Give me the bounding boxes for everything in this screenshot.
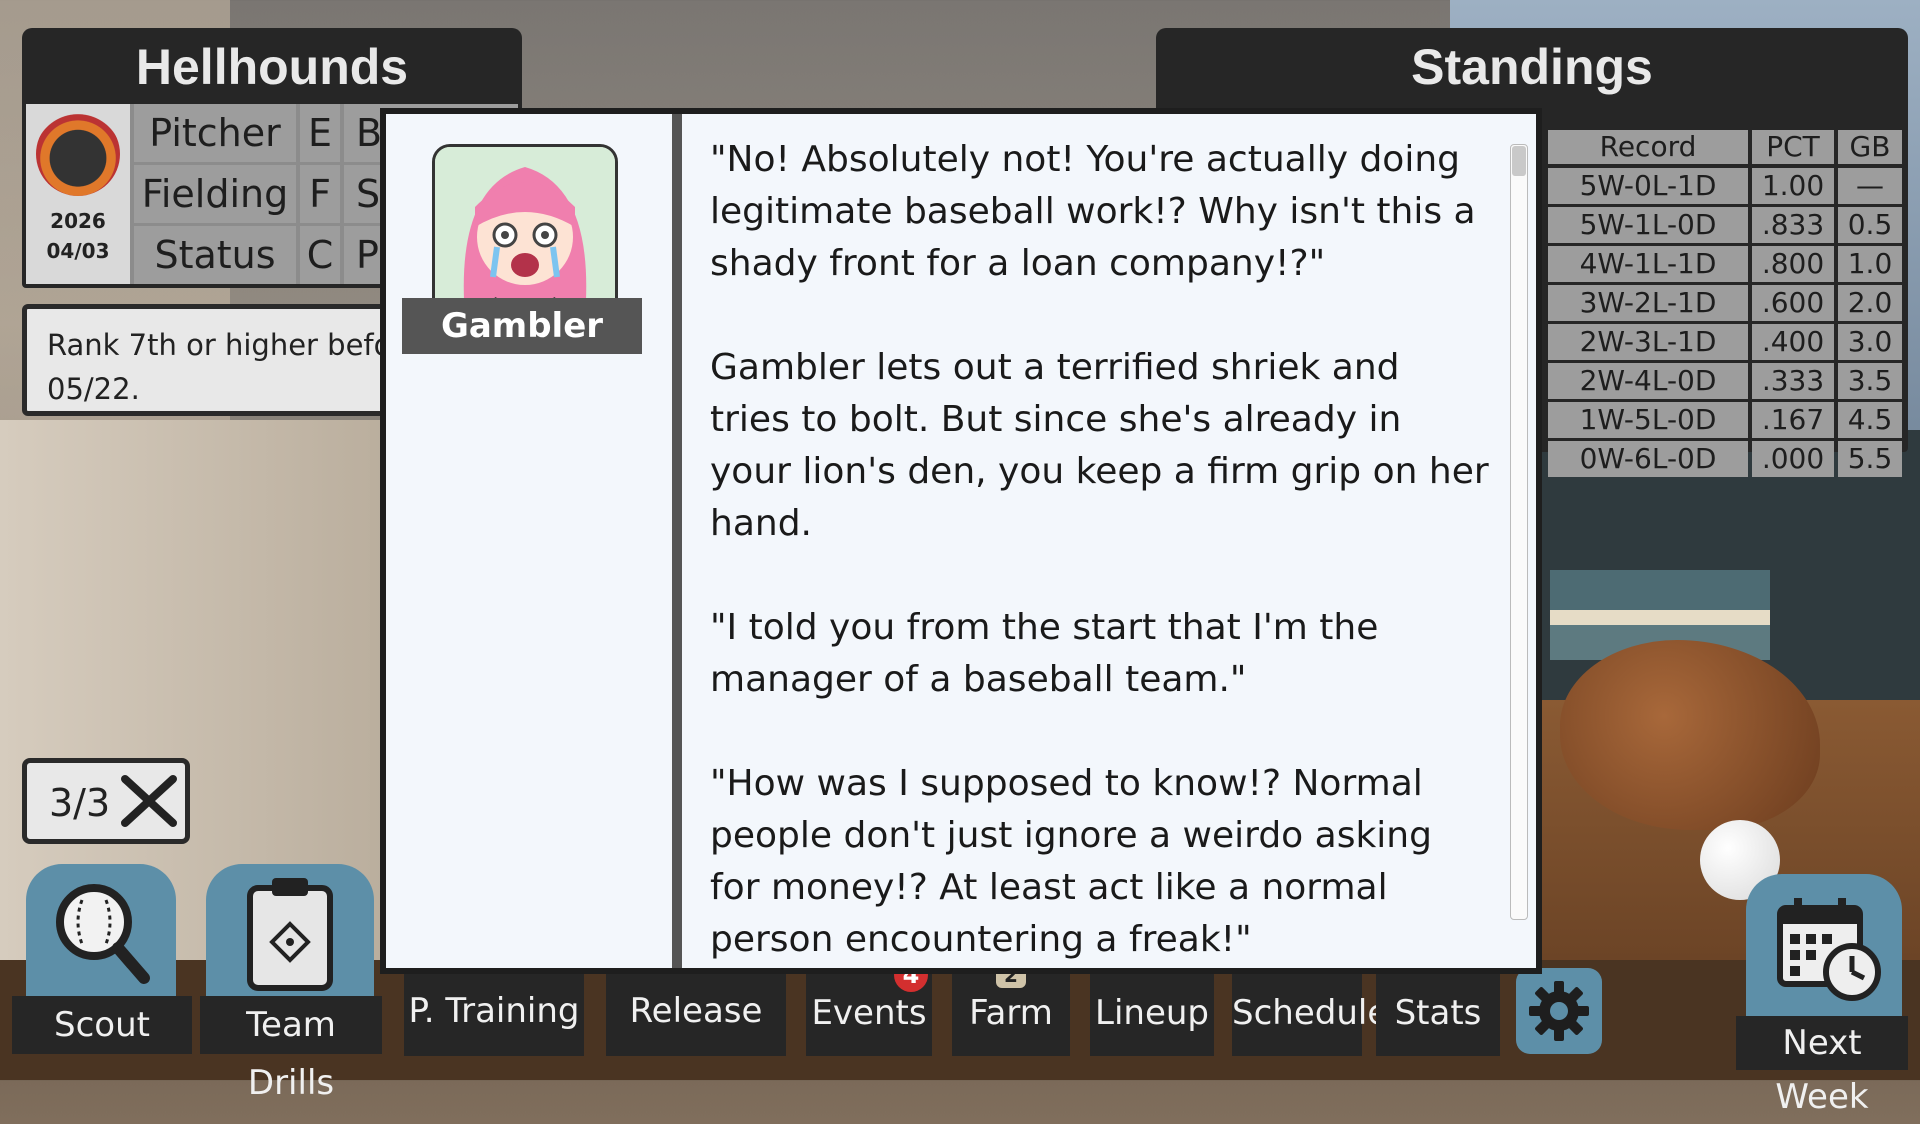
season-goal-text: Rank 7th or higher befo 05/22. [47, 328, 392, 406]
standings-pct: 1.00 [1752, 168, 1834, 204]
standings-record: 5W-0L-1D [1548, 168, 1748, 204]
team-logo-box: 2026 04/03 [26, 104, 130, 284]
standings-title: Standings [1411, 39, 1653, 95]
standings-gb: 2.0 [1838, 285, 1902, 321]
next-week-icon-box [1746, 874, 1902, 1024]
scout-label: Scout [12, 996, 192, 1054]
event-dialog: Gambler "No! Absolutely not! You're actu… [380, 108, 1542, 974]
settings-button[interactable] [1516, 968, 1602, 1054]
standings-record: 2W-3L-1D [1548, 324, 1748, 360]
standings-pct: .833 [1752, 207, 1834, 243]
dialog-paragraph: "I told you from the start that I'm the … [710, 607, 1379, 700]
p-training-button[interactable]: P. Training [404, 966, 584, 1056]
standings-pct: .400 [1752, 324, 1834, 360]
standings-pct: .800 [1752, 246, 1834, 282]
dialog-divider [672, 114, 682, 968]
attribute-grade: F [300, 165, 340, 223]
team-name: Hellhounds [135, 39, 409, 95]
standings-gb: — [1838, 168, 1902, 204]
speaker-name: Gambler [402, 298, 642, 354]
next-week-button[interactable]: Next Week [1736, 874, 1908, 1117]
standings-pct: .600 [1752, 285, 1834, 321]
attribute-label: Fielding [134, 165, 296, 223]
standings-header-record: Record [1548, 130, 1748, 164]
attribute-label: Pitcher [134, 104, 296, 162]
standings-record: 1W-5L-0D [1548, 402, 1748, 438]
team-drills-label: Team Drills [200, 996, 382, 1103]
dialog-paragraph: Gambler lets out a terrified shriek and … [710, 347, 1489, 544]
standings-pct: .000 [1752, 441, 1834, 477]
standings-record: 5W-1L-0D [1548, 207, 1748, 243]
gear-icon [1529, 981, 1589, 1041]
scout-icon-box [26, 864, 176, 1004]
magnifier-baseball-icon [56, 884, 150, 984]
standings-gb: 3.5 [1838, 363, 1902, 399]
hellhound-logo-icon [36, 112, 120, 196]
season-goal-panel: Rank 7th or higher befo 05/22. [22, 304, 422, 416]
standings-pct: .167 [1752, 402, 1834, 438]
dialog-text: "No! Absolutely not! You're actually doi… [710, 134, 1490, 1018]
attribute-label: Status [134, 226, 296, 284]
attribute-grade: E [300, 104, 340, 162]
clipboard-play-icon [247, 878, 333, 991]
standings-header-pct: PCT [1752, 130, 1834, 164]
standings-gb: 5.5 [1838, 441, 1902, 477]
standings-gb: 1.0 [1838, 246, 1902, 282]
standings-record: 0W-6L-0D [1548, 441, 1748, 477]
current-year: 2026 [50, 209, 106, 233]
team-drills-button[interactable]: Team Drills [200, 864, 382, 1103]
standings-record: 4W-1L-1D [1548, 246, 1748, 282]
dialog-scrollbar[interactable] [1510, 144, 1528, 920]
standings-gb: 4.5 [1838, 402, 1902, 438]
standings-record: 2W-4L-0D [1548, 363, 1748, 399]
attribute-grade: C [300, 226, 340, 284]
actions-counter: 3/3 [22, 758, 190, 844]
standings-pct: .333 [1752, 363, 1834, 399]
standings-gb: 0.5 [1838, 207, 1902, 243]
scout-button[interactable]: Scout [12, 864, 192, 1056]
standings-header-gb: GB [1838, 130, 1902, 164]
calendar-clock-icon [1777, 898, 1881, 1001]
current-date: 04/03 [46, 239, 110, 263]
standings-record: 3W-2L-1D [1548, 285, 1748, 321]
next-week-label: Next Week [1736, 1016, 1908, 1117]
crossed-bats-icon [121, 775, 177, 827]
dialog-paragraph: "How was I supposed to know!? Normal peo… [710, 763, 1432, 960]
dialog-scrollbar-thumb[interactable] [1512, 146, 1526, 176]
standings-gb: 3.0 [1838, 324, 1902, 360]
actions-count: 3/3 [49, 781, 111, 825]
team-drills-icon-box [206, 864, 374, 1004]
p-training-label: P. Training [404, 966, 584, 1056]
dialog-paragraph: "No! Absolutely not! You're actually doi… [710, 139, 1476, 284]
